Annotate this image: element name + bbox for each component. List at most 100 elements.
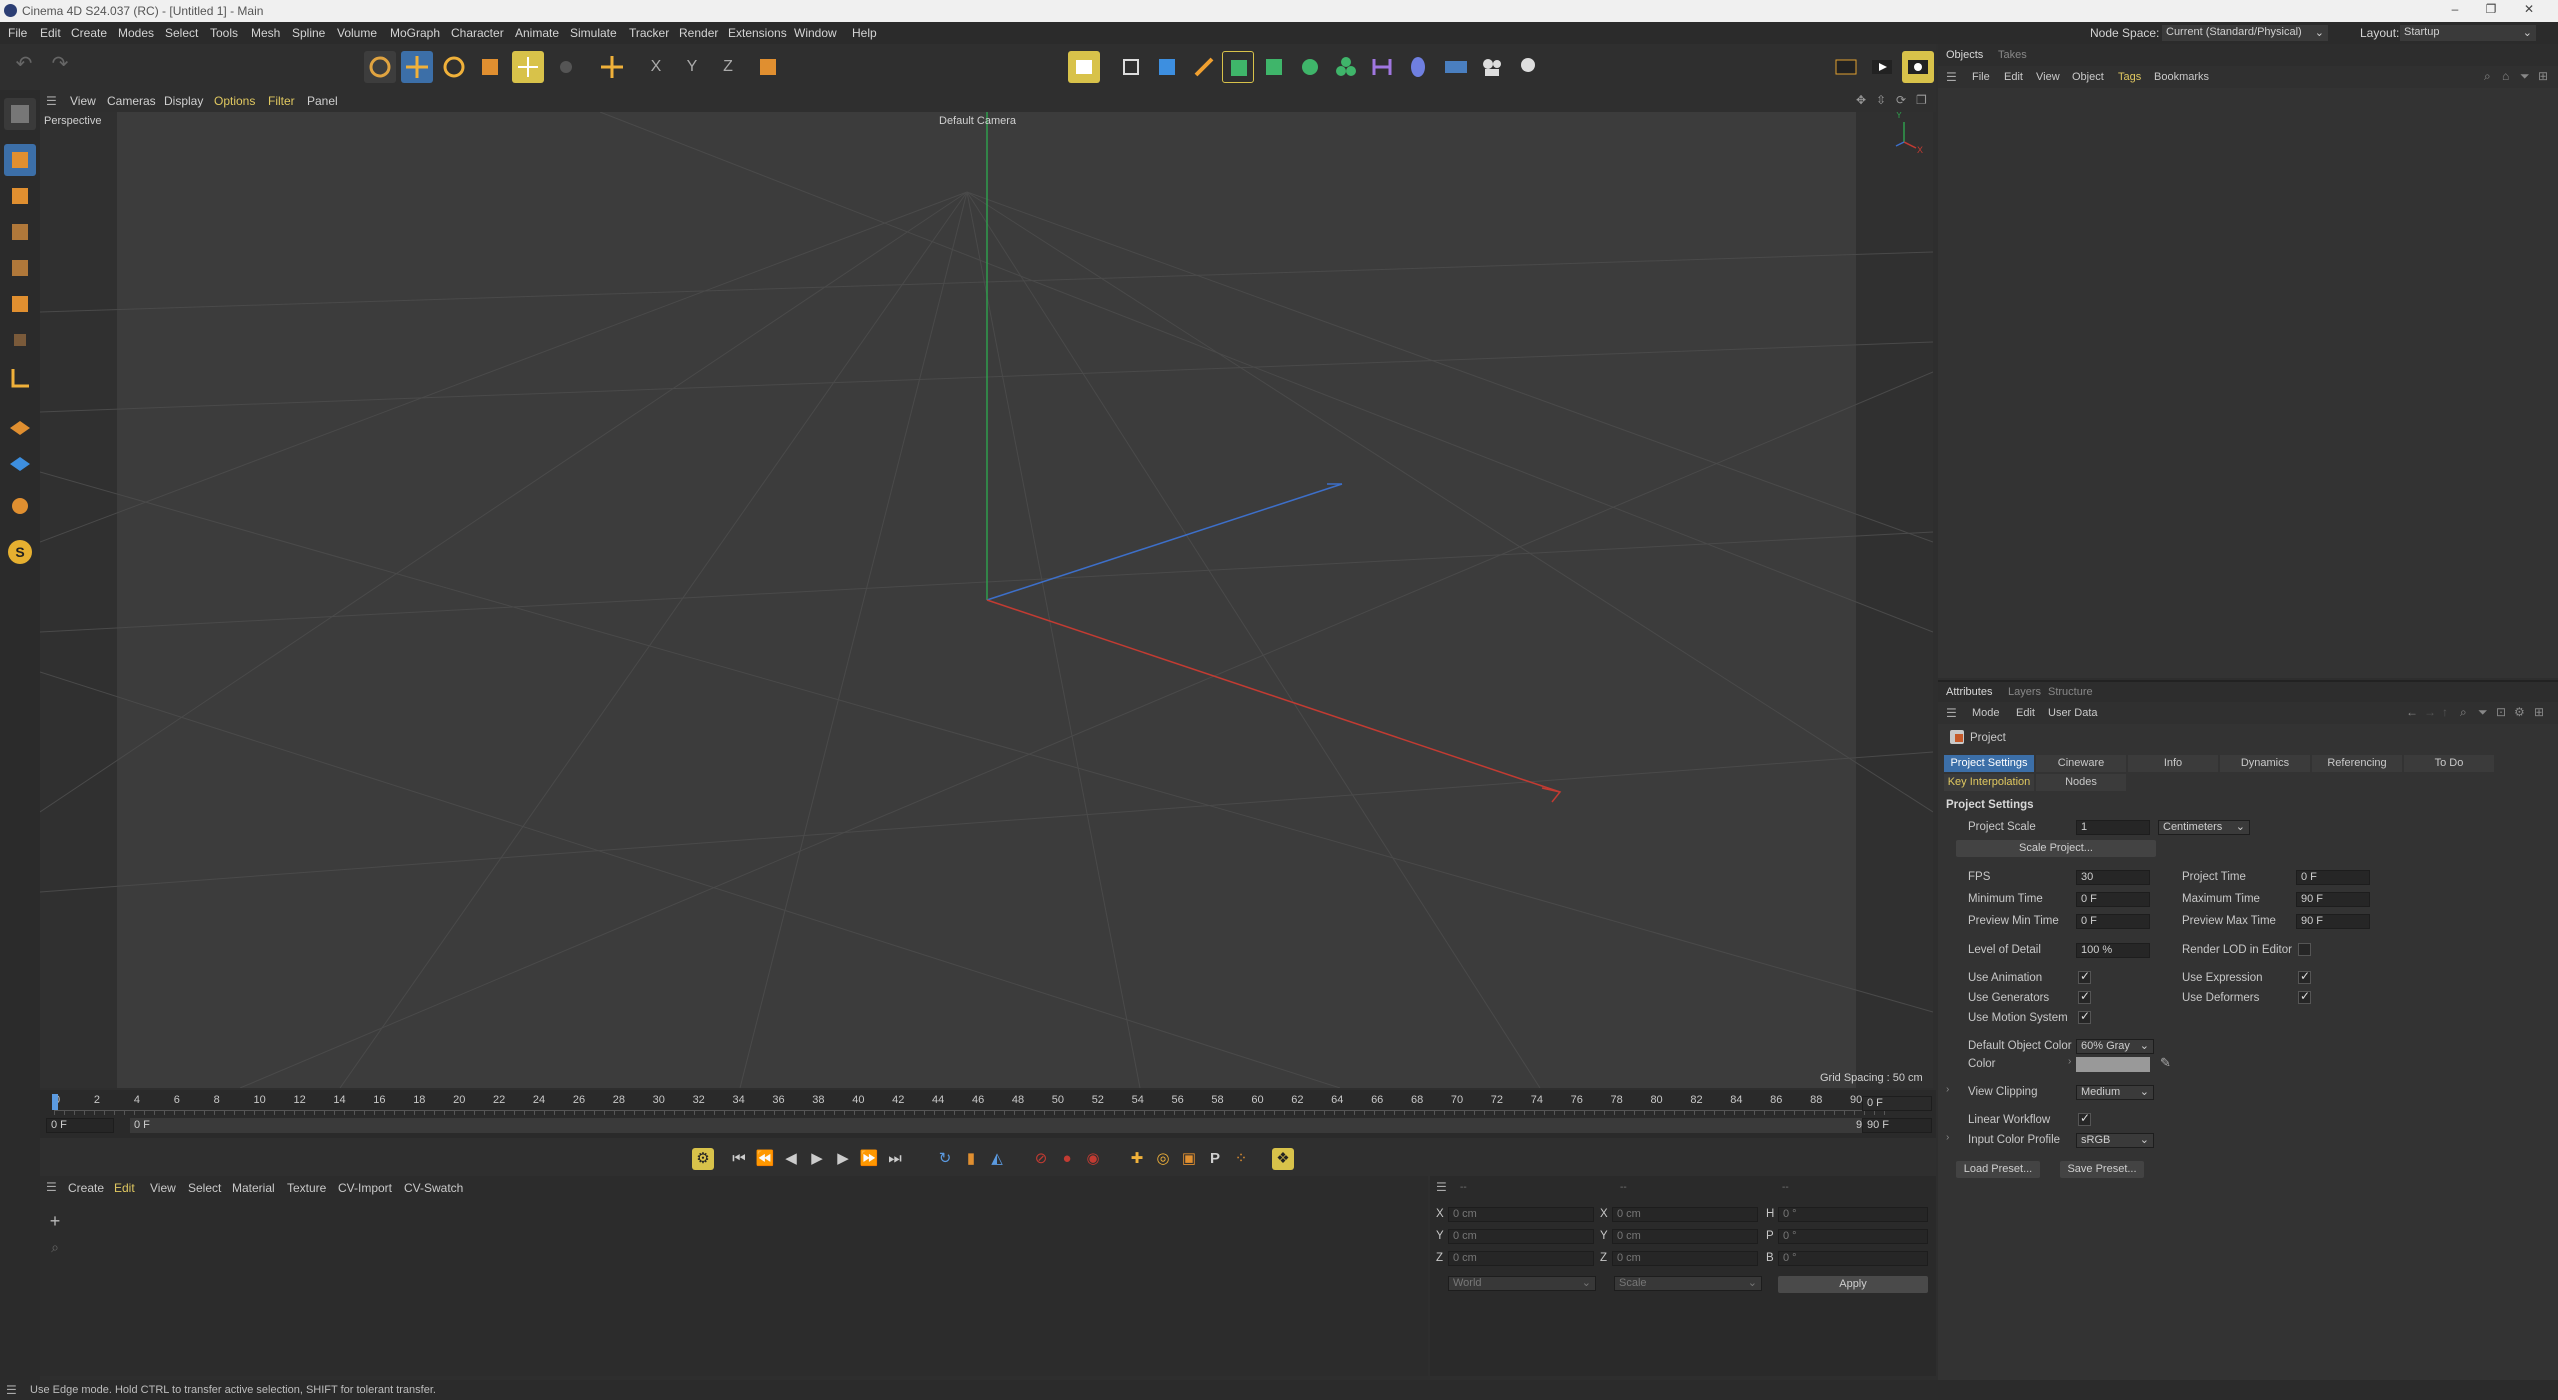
render-settings-icon[interactable] [1902, 51, 1934, 83]
mograph-icon[interactable] [1330, 51, 1362, 83]
x-axis-lock-icon[interactable]: X [640, 51, 672, 83]
viewport-menu-cameras[interactable]: Cameras [107, 94, 156, 108]
viewport-menu-panel[interactable]: Panel [307, 94, 338, 108]
filter-icon[interactable]: ⏷ [2520, 69, 2530, 84]
objects-menu-file[interactable]: File [1972, 71, 1990, 83]
menu-simulate[interactable]: Simulate [570, 26, 617, 40]
pen-icon[interactable] [1188, 51, 1220, 83]
floor-icon[interactable] [1440, 51, 1472, 83]
key-position-icon[interactable]: ✚ [1126, 1148, 1148, 1170]
loop-icon[interactable]: ↻ [934, 1148, 956, 1170]
s-plugin-icon[interactable]: S [4, 536, 36, 568]
viewport-menu-options[interactable]: Options [214, 94, 255, 108]
material-filter-icon[interactable]: ⌕ [44, 1236, 66, 1258]
minimize-icon[interactable]: – [2440, 2, 2470, 20]
workplane-icon[interactable] [4, 408, 36, 440]
go-to-end-icon[interactable]: ⏭ [884, 1148, 906, 1170]
maximum-time-field[interactable]: 90 F [2296, 892, 2370, 907]
viewport-menu-view[interactable]: View [70, 94, 96, 108]
soft-selection-icon[interactable] [550, 51, 582, 83]
rotation-h-field[interactable]: 0 ° [1778, 1207, 1928, 1222]
hamburger-icon[interactable]: ☰ [46, 94, 57, 108]
redo-icon[interactable]: ↷ [44, 51, 76, 83]
magnet-icon[interactable] [4, 490, 36, 522]
current-frame-field[interactable]: 0 F [1862, 1096, 1932, 1111]
size-z-field[interactable]: 0 cm [1612, 1251, 1758, 1266]
menu-volume[interactable]: Volume [337, 26, 377, 40]
material-menu-cv-import[interactable]: CV-Import [338, 1181, 392, 1195]
deformer-icon[interactable] [1366, 51, 1398, 83]
preview-range-bar[interactable]: 0 F 90 F [130, 1118, 1882, 1133]
coordinate-system-icon[interactable] [752, 51, 784, 83]
view-clipping-dropdown[interactable]: Medium ⌄ [2076, 1085, 2154, 1100]
maximize-view-icon[interactable]: ❐ [1916, 93, 1927, 107]
chevron-right-icon[interactable]: › [1946, 1132, 1949, 1143]
use-motion-system-checkbox[interactable] [2078, 1009, 2091, 1024]
zoom-view-icon[interactable]: ⇳ [1876, 93, 1886, 107]
node-space-dropdown[interactable]: Current (Standard/Physical) ⌄ [2162, 25, 2328, 41]
transform-icon[interactable] [512, 51, 544, 83]
snapping-icon[interactable] [4, 362, 36, 394]
y-axis-lock-icon[interactable]: Y [676, 51, 708, 83]
objects-menu-view[interactable]: View [2036, 71, 2060, 83]
material-menu-texture[interactable]: Texture [287, 1181, 326, 1195]
grid-plane-icon[interactable] [4, 444, 36, 476]
menu-modes[interactable]: Modes [118, 26, 154, 40]
objects-menu-edit[interactable]: Edit [2004, 71, 2023, 83]
scale-project-button[interactable]: Scale Project... [1956, 840, 2156, 857]
rotate-view-icon[interactable]: ⟳ [1896, 93, 1906, 107]
use-generators-checkbox[interactable] [2078, 989, 2091, 1004]
layout-dropdown[interactable]: Startup ⌄ [2400, 25, 2536, 41]
autokey-icon[interactable]: ⊘ [1030, 1148, 1052, 1170]
objects-menu-object[interactable]: Object [2072, 71, 2104, 83]
tab-key-interpolation[interactable]: Key Interpolation [1944, 774, 2034, 791]
scheme-icon[interactable]: ❖ [1272, 1148, 1294, 1170]
timeline-keys-icon[interactable]: ▮ [960, 1148, 982, 1170]
material-menu-cv-swatch[interactable]: CV-Swatch [404, 1181, 463, 1195]
save-preset-button[interactable]: Save Preset... [2060, 1161, 2144, 1178]
tab-to-do[interactable]: To Do [2404, 755, 2494, 772]
color-swatch[interactable] [2076, 1057, 2150, 1072]
viewport-menu-filter[interactable]: Filter [268, 94, 295, 108]
tab-structure[interactable]: Structure [2048, 686, 2093, 698]
tab-project-settings[interactable]: Project Settings [1944, 755, 2034, 772]
hamburger-icon[interactable]: ☰ [1946, 706, 1957, 720]
key-scale-icon[interactable]: ▣ [1178, 1148, 1200, 1170]
end-frame-field[interactable]: 90 F [1862, 1118, 1932, 1133]
previous-key-icon[interactable]: ⏪ [754, 1148, 776, 1170]
back-arrow-icon[interactable]: ← [2406, 705, 2418, 719]
menu-file[interactable]: File [8, 26, 27, 40]
material-menu-view[interactable]: View [150, 1181, 176, 1195]
key-parameter-icon[interactable]: P [1204, 1148, 1226, 1170]
hamburger-icon[interactable]: ☰ [1946, 70, 1957, 84]
chevron-right-icon[interactable]: › [1946, 1084, 1949, 1095]
home-icon[interactable]: ⌂ [2502, 69, 2509, 83]
cube-icon[interactable] [1151, 51, 1183, 83]
maximize-icon[interactable]: ❐ [2476, 2, 2506, 20]
tab-nodes[interactable]: Nodes [2036, 774, 2126, 791]
start-frame-field[interactable]: 0 F [46, 1118, 114, 1133]
size-x-field[interactable]: 0 cm [1612, 1207, 1758, 1222]
camera-icon[interactable] [1476, 51, 1508, 83]
lock-icon[interactable]: ⊡ [2496, 705, 2506, 719]
filter-icon[interactable]: ⏷ [2478, 705, 2488, 720]
tab-attributes[interactable]: Attributes [1946, 686, 1992, 698]
position-x-field[interactable]: 0 cm [1448, 1207, 1594, 1222]
material-menu-select[interactable]: Select [188, 1181, 221, 1195]
size-y-field[interactable]: 0 cm [1612, 1229, 1758, 1244]
tab-objects[interactable]: Objects [1946, 49, 1983, 61]
scale-icon[interactable] [474, 51, 506, 83]
menu-character[interactable]: Character [451, 26, 504, 40]
fps-field[interactable]: 30 [2076, 870, 2150, 885]
next-frame-icon[interactable]: ▶ [832, 1148, 854, 1170]
axis-icon[interactable] [596, 51, 628, 83]
point-mode-icon[interactable] [4, 216, 36, 248]
tab-info[interactable]: Info [2128, 755, 2218, 772]
search-icon[interactable]: ⌕ [2460, 705, 2467, 720]
size-mode-dropdown[interactable]: Scale ⌄ [1614, 1276, 1762, 1291]
go-to-start-icon[interactable]: ⏮ [728, 1148, 750, 1170]
field-icon[interactable] [1402, 51, 1434, 83]
preview-min-time-field[interactable]: 0 F [2076, 914, 2150, 929]
timeline[interactable]: 0246810121416182022242628303234363840424… [40, 1090, 1936, 1138]
rotate-icon[interactable] [438, 51, 470, 83]
